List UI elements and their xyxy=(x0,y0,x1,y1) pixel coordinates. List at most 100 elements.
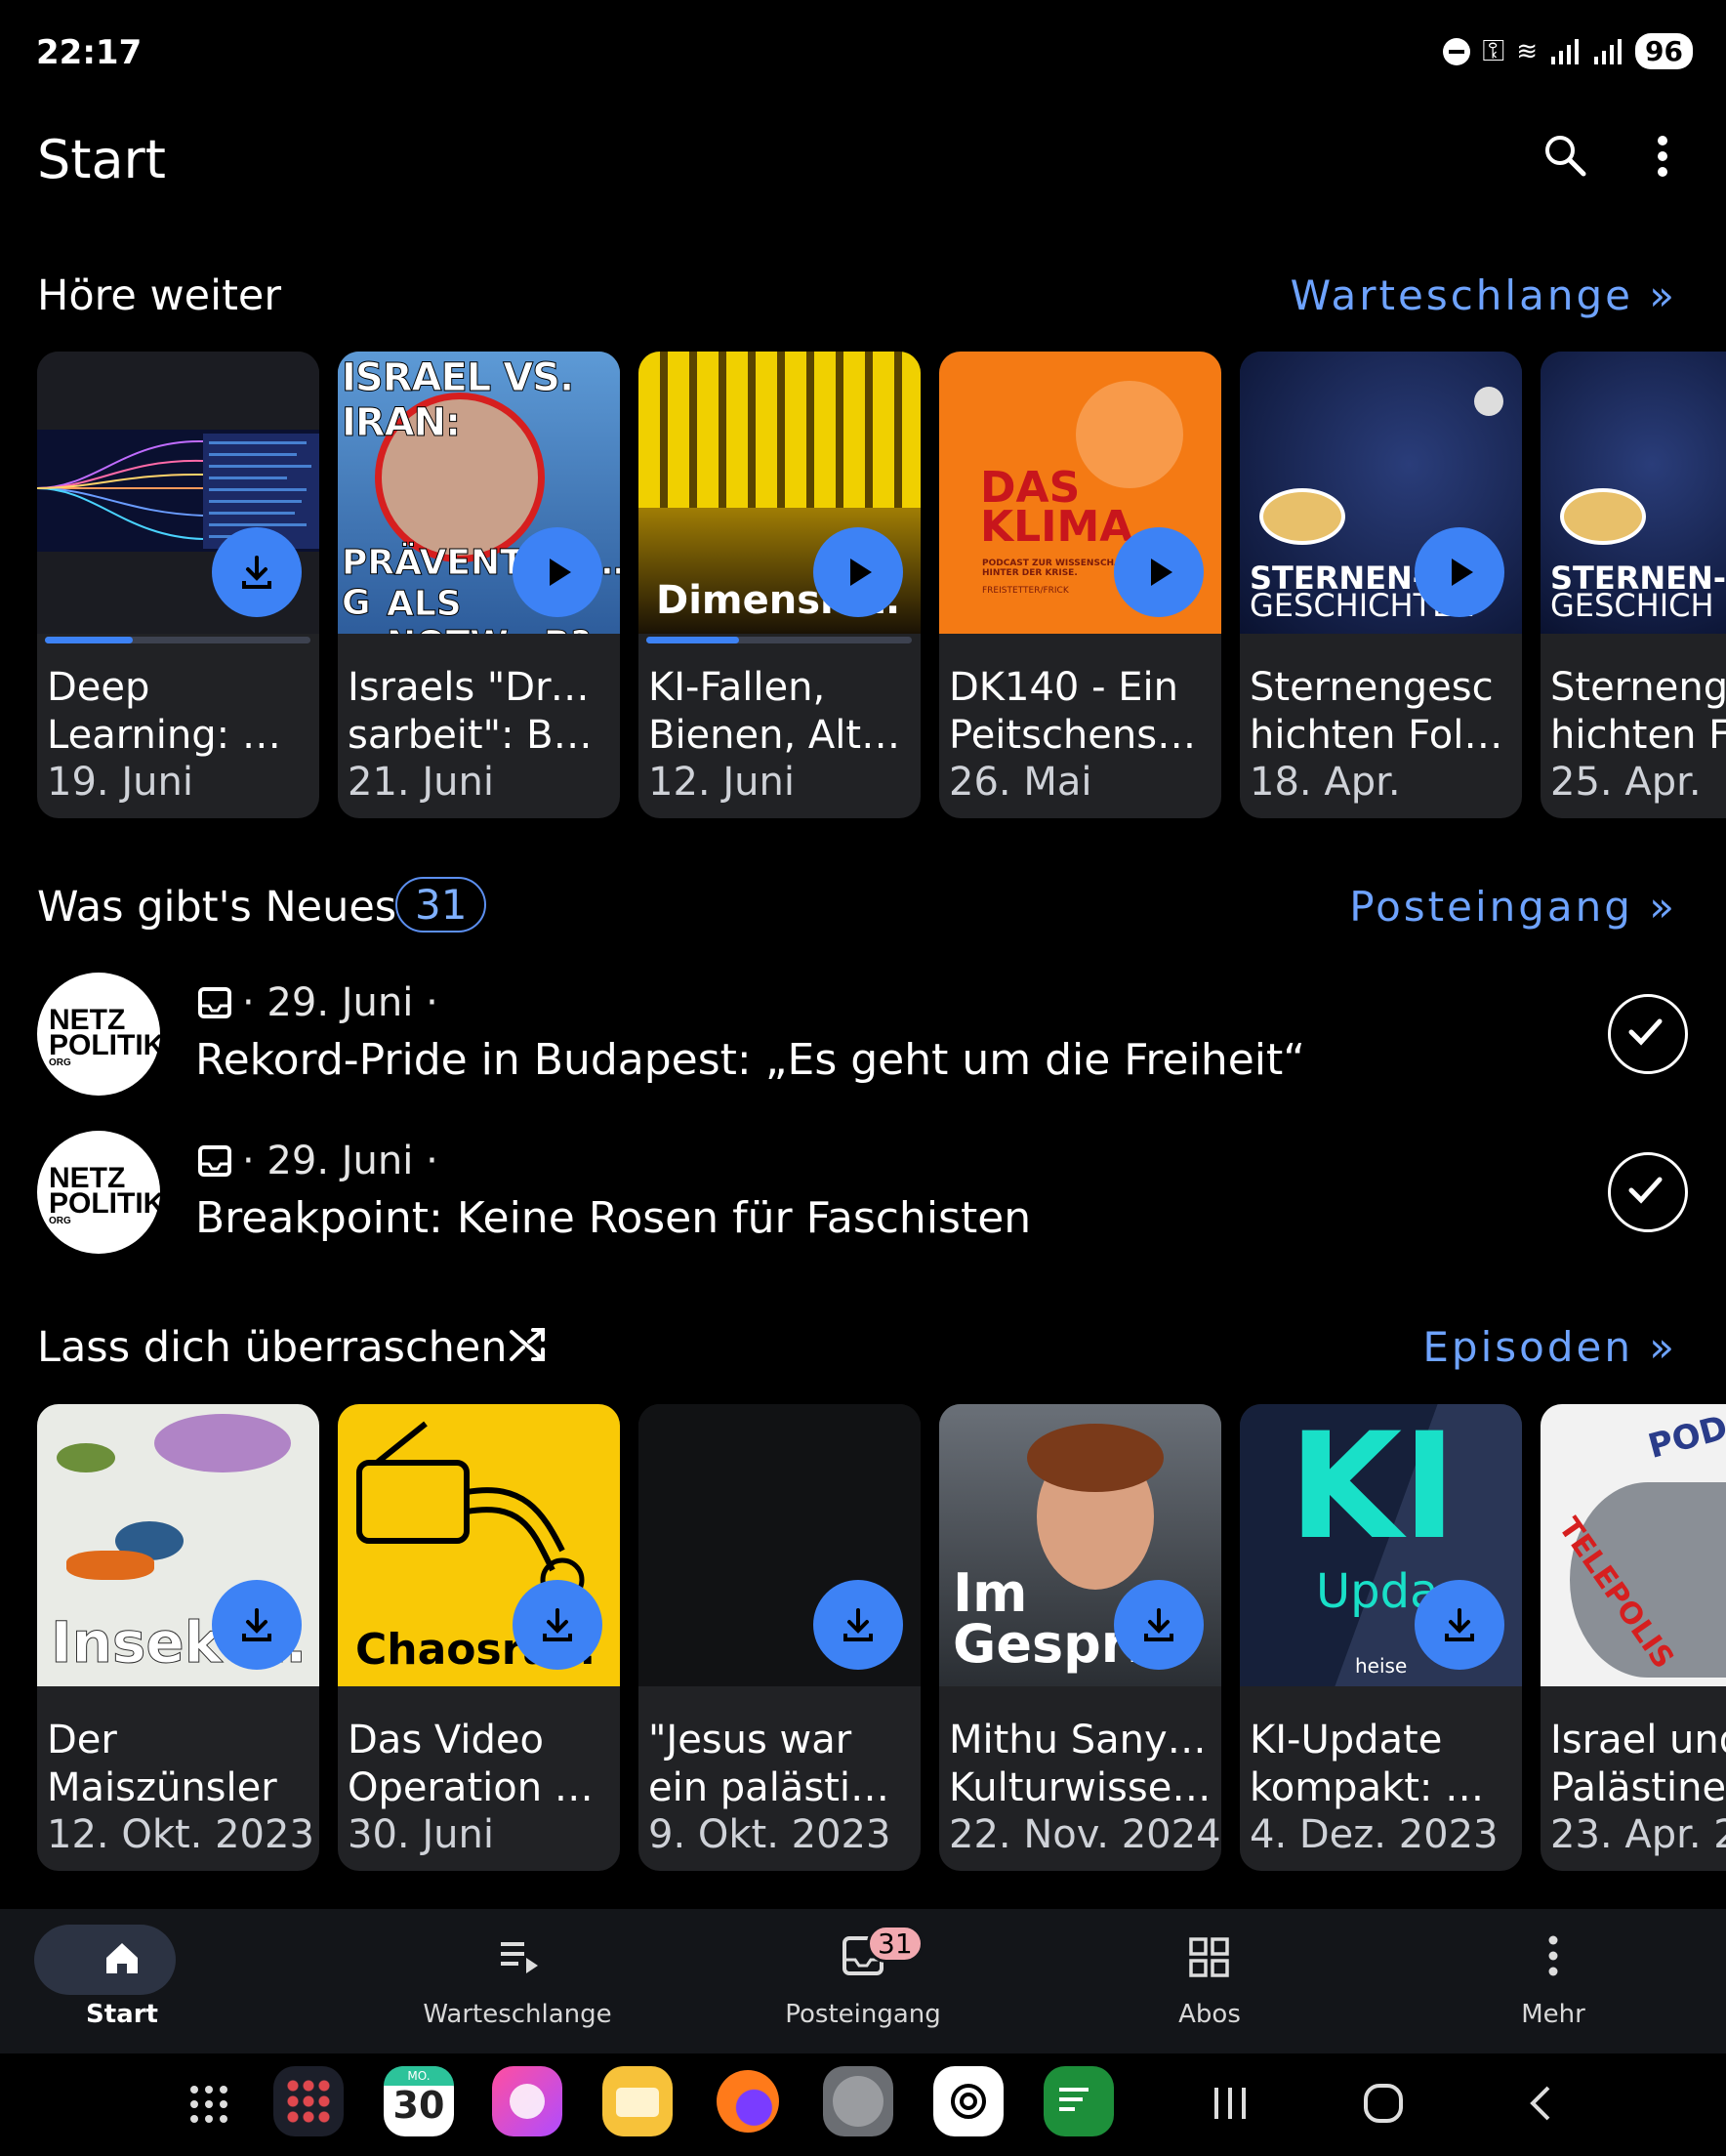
continue-card[interactable]: Deep Learning: De… 19. Juni xyxy=(37,352,319,818)
play-icon xyxy=(850,559,872,586)
download-icon xyxy=(242,1608,271,1641)
episode-title: KI-Fallen, Bienen, Alter… xyxy=(648,665,912,758)
item-title: Breakpoint: Keine Rosen für Faschisten xyxy=(195,1193,1032,1243)
item-meta: · 29. Juni · xyxy=(242,1139,438,1183)
inbox-badge: 31 xyxy=(867,1925,924,1963)
episode-title: Deep Learning: De… xyxy=(47,665,310,758)
list-item[interactable]: NETZ POLITIK ORG · 29. Juni · Rekord-Pride… xyxy=(0,967,1726,1113)
episode-date: 30. Juni xyxy=(348,1812,494,1857)
episode-date: 22. Nov. 2024 xyxy=(949,1812,1221,1857)
play-button[interactable] xyxy=(1415,527,1504,617)
episode-date: 12. Okt. 2023 xyxy=(47,1812,314,1857)
inbox-icon xyxy=(198,987,231,1018)
play-icon xyxy=(1151,559,1172,586)
surprise-card[interactable]: TELEPOLIS POD Israel und Palästiner 23. A… xyxy=(1541,1404,1726,1871)
files-icon[interactable] xyxy=(602,2066,673,2136)
download-button[interactable] xyxy=(212,527,302,617)
queue-icon xyxy=(501,1942,538,1973)
continue-card[interactable]: DAS KLIMA PODCAST ZUR WISSENSCHA HINTER D… xyxy=(939,352,1221,818)
calendar-icon[interactable]: MO. 30 xyxy=(384,2066,454,2136)
episode-title: DK140 - Ein Peitschensc… xyxy=(949,665,1212,758)
shuffle-icon[interactable] xyxy=(508,1324,549,1365)
episode-date: 12. Juni xyxy=(648,760,795,805)
episode-title: Israels "Drecksarbeit": Bun… xyxy=(348,665,611,758)
page-title: Start xyxy=(37,129,166,190)
mark-played-button[interactable] xyxy=(1608,1152,1688,1232)
wifi-icon: ≋ xyxy=(1516,36,1539,66)
signal-icon xyxy=(1551,38,1580,64)
download-icon xyxy=(242,556,271,589)
surprise-card[interactable]: Im Gespr… Mithu Sanyal, Kulturwissen… 22. … xyxy=(939,1404,1221,1871)
continue-card[interactable]: STERNEN- GESCHICHTEN Sternengesc hichten F… xyxy=(1240,352,1522,818)
nav-start[interactable]: Start xyxy=(0,1909,244,2053)
surprise-card[interactable]: Insekt… Der Maiszünsler 12. Okt. 2023 xyxy=(37,1404,319,1871)
news-count-badge: 31 xyxy=(395,877,487,933)
surprise-card[interactable]: "Jesus war ein palästine… 9. Okt. 2023 xyxy=(638,1404,921,1871)
continue-card[interactable]: Dimensio…n KI-Fallen,Bienen, Alter… 12. … xyxy=(638,352,921,818)
download-icon xyxy=(843,1608,873,1641)
download-icon xyxy=(543,1608,572,1641)
episode-date: 9. Okt. 2023 xyxy=(648,1812,891,1857)
episode-title: Sternengesc hichten Folg… xyxy=(1250,665,1513,758)
gallery-icon[interactable] xyxy=(492,2066,562,2136)
back-icon[interactable] xyxy=(1523,2084,1558,2123)
inbox-link[interactable]: Posteingang » xyxy=(1349,883,1677,931)
episode-date: 21. Juni xyxy=(348,760,494,805)
nav-subscriptions[interactable]: Abos xyxy=(1088,1909,1332,2053)
episodes-link[interactable]: Episoden » xyxy=(1422,1323,1677,1371)
more-vertical-icon xyxy=(1548,1935,1558,1976)
progress-bar xyxy=(45,637,133,643)
overflow-menu-icon[interactable] xyxy=(1643,133,1682,182)
download-button[interactable] xyxy=(1114,1580,1204,1670)
episode-date: 26. Mai xyxy=(949,760,1092,805)
home-icon xyxy=(106,1943,138,1973)
nav-inbox[interactable]: 31 Posteingang xyxy=(741,1909,985,2053)
episode-date: 19. Juni xyxy=(47,760,193,805)
download-button[interactable] xyxy=(813,1580,903,1670)
queue-link[interactable]: Warteschlange » xyxy=(1291,271,1677,319)
signal-icon-2 xyxy=(1594,38,1623,64)
item-meta: · 29. Juni · xyxy=(242,980,438,1025)
continue-section-title: Höre weiter xyxy=(37,271,282,320)
surprise-section-title: Lass dich überraschen xyxy=(37,1323,508,1372)
home-button-icon[interactable] xyxy=(1362,2082,1405,2125)
download-button[interactable] xyxy=(513,1580,602,1670)
mark-played-button[interactable] xyxy=(1608,994,1688,1074)
play-button[interactable] xyxy=(813,527,903,617)
nav-queue[interactable]: Warteschlange xyxy=(395,1909,639,2053)
status-icons: ⚿ ≋ 96 xyxy=(1443,33,1693,69)
surprise-card[interactable]: KI Upda… heise KI-Update kompakt: Go… 4. … xyxy=(1240,1404,1522,1871)
play-button[interactable] xyxy=(513,527,602,617)
firefox-work-icon[interactable] xyxy=(823,2066,893,2136)
battery-indicator: 96 xyxy=(1635,33,1693,69)
list-item[interactable]: NETZ POLITIK ORG · 29. Juni · Breakpoint: … xyxy=(0,1125,1726,1271)
firefox-icon[interactable] xyxy=(713,2066,783,2136)
download-button[interactable] xyxy=(212,1580,302,1670)
inbox-icon xyxy=(198,1145,231,1177)
news-section-title: Was gibt's Neues xyxy=(37,883,397,932)
chatgpt-icon[interactable] xyxy=(933,2066,1004,2136)
grid-icon xyxy=(1189,1937,1229,1977)
nav-more[interactable]: Mehr xyxy=(1431,1909,1675,2053)
openai-logo-icon xyxy=(951,2084,986,2119)
episode-date: 18. Apr. xyxy=(1250,760,1401,805)
do-not-disturb-icon xyxy=(1443,37,1471,65)
download-button[interactable] xyxy=(1415,1580,1504,1670)
episode-date: 25. Apr. xyxy=(1550,760,1702,805)
app-folder-icon[interactable] xyxy=(273,2066,344,2136)
check-icon xyxy=(1628,1177,1663,1204)
episode-title: KI-Update kompakt: Go… xyxy=(1250,1718,1513,1810)
continue-card[interactable]: STERNEN-GESCHICH Sternengehichten Fo 25.… xyxy=(1541,352,1726,818)
surprise-card[interactable]: Chaosra… Das VideoOperation Ce… 30. Juni xyxy=(338,1404,620,1871)
recent-apps-icon[interactable] xyxy=(1211,2084,1250,2123)
vpn-key-icon: ⚿ xyxy=(1482,34,1505,68)
notes-icon[interactable] xyxy=(1044,2066,1114,2136)
episode-title: Mithu Sanyal, Kulturwissen… xyxy=(949,1718,1212,1810)
episode-title: Das VideoOperation Ce… xyxy=(348,1718,611,1810)
play-button[interactable] xyxy=(1114,527,1204,617)
app-drawer-icon[interactable] xyxy=(188,2084,229,2125)
episode-date: 4. Dez. 2023 xyxy=(1250,1812,1499,1857)
continue-card[interactable]: ISRAEL VS. IRAN: PRÄVENTIVS…G ALS NOTW…R… xyxy=(338,352,620,818)
search-icon[interactable] xyxy=(1541,131,1589,180)
bottom-navigation: Start Warteschlange 31 Posteingang Abos … xyxy=(0,1909,1726,2053)
